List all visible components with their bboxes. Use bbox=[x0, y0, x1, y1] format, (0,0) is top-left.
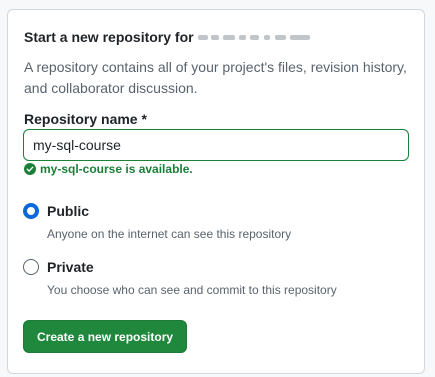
owner-name-redacted bbox=[197, 32, 314, 43]
public-radio[interactable] bbox=[23, 203, 39, 219]
visibility-private-option[interactable]: Private bbox=[23, 259, 94, 275]
form-title-text: Start a new repository for bbox=[24, 29, 194, 45]
create-repository-button[interactable]: Create a new repository bbox=[23, 320, 188, 353]
public-description: Anyone on the internet can see this repo… bbox=[47, 227, 292, 241]
check-circle-fill-icon bbox=[24, 163, 36, 175]
form-title: Start a new repository for bbox=[24, 29, 314, 45]
availability-text: my-sql-course is available. bbox=[40, 162, 193, 176]
repository-name-label: Repository name * bbox=[24, 111, 147, 127]
private-radio[interactable] bbox=[23, 259, 39, 275]
repository-name-input[interactable] bbox=[23, 129, 409, 161]
public-label[interactable]: Public bbox=[47, 203, 89, 219]
private-label[interactable]: Private bbox=[47, 259, 94, 275]
form-description: A repository contains all of your projec… bbox=[24, 59, 407, 96]
private-description: You choose who can see and commit to thi… bbox=[47, 283, 337, 297]
availability-message: my-sql-course is available. bbox=[24, 162, 193, 176]
new-repository-card: Start a new repository for A repository … bbox=[7, 9, 425, 374]
visibility-public-option[interactable]: Public bbox=[23, 203, 89, 219]
